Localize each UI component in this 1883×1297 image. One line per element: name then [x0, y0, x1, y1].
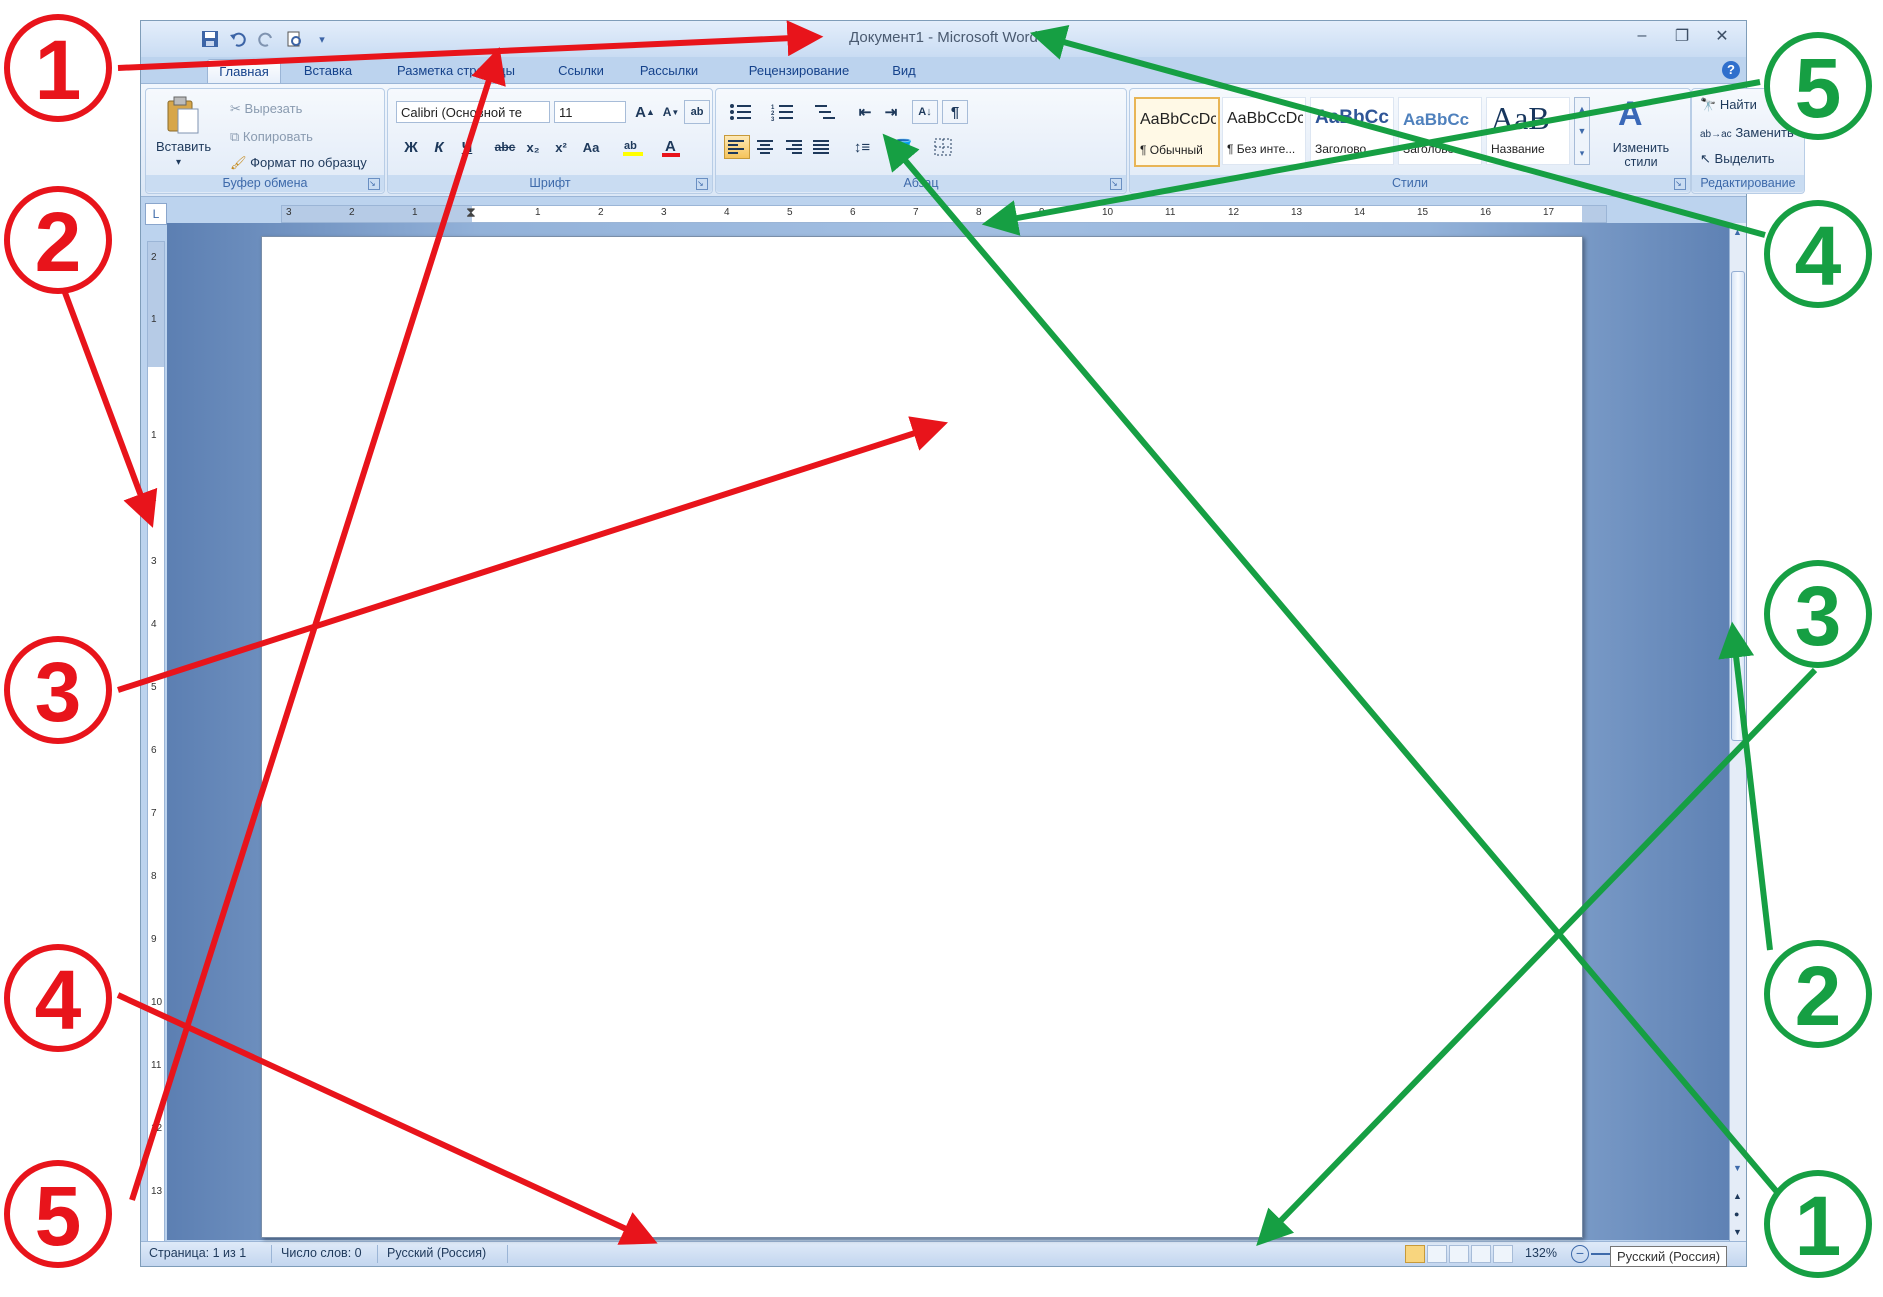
green-callout-4: 4 — [1764, 200, 1872, 308]
green-arrow-1 — [882, 133, 1791, 1207]
red-callout-2: 2 — [4, 186, 112, 294]
green-arrow-4 — [1029, 24, 1766, 238]
red-callout-4: 4 — [4, 944, 112, 1052]
green-callout-5: 5 — [1764, 32, 1872, 140]
green-arrow-2 — [1718, 621, 1773, 951]
red-arrow-2 — [61, 288, 158, 528]
red-callout-5: 5 — [4, 1160, 112, 1268]
red-arrow-3 — [117, 416, 948, 693]
annotation-arrows — [61, 20, 1818, 1247]
green-arrow-3 — [1256, 667, 1818, 1247]
red-callout-3: 3 — [4, 636, 112, 744]
green-callout-3: 3 — [1764, 560, 1872, 668]
red-callout-1: 1 — [4, 14, 112, 122]
red-arrow-5 — [129, 46, 506, 1201]
red-arrow-4 — [116, 992, 658, 1245]
red-arrow-1 — [117, 20, 824, 71]
green-callout-1: 1 — [1764, 1170, 1872, 1278]
green-callout-2: 2 — [1764, 940, 1872, 1048]
